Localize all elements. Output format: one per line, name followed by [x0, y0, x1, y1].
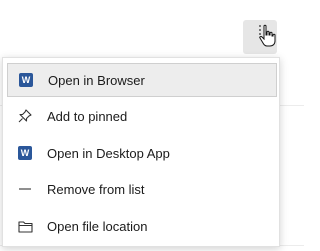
- screen: W Open in Browser Add to pinned W Open i…: [0, 0, 304, 251]
- menu-item-open-file-location[interactable]: Open file location: [7, 209, 277, 243]
- folder-icon: [17, 218, 33, 234]
- menu-item-remove-from-list[interactable]: Remove from list: [7, 172, 277, 206]
- menu-item-label: Open file location: [47, 218, 148, 234]
- word-icon: W: [17, 145, 33, 161]
- menu-item-open-in-browser[interactable]: W Open in Browser: [7, 63, 277, 97]
- dash-icon: [17, 181, 33, 197]
- menu-item-label: Open in Browser: [48, 72, 145, 88]
- word-icon: W: [18, 72, 34, 88]
- menu-item-label: Open in Desktop App: [47, 145, 170, 161]
- menu-item-label: Add to pinned: [47, 108, 128, 124]
- pin-icon: [17, 108, 33, 124]
- menu-item-label: Remove from list: [47, 181, 145, 197]
- context-menu: W Open in Browser Add to pinned W Open i…: [2, 57, 280, 247]
- menu-item-add-to-pinned[interactable]: Add to pinned: [7, 99, 277, 133]
- menu-item-open-in-desktop-app[interactable]: W Open in Desktop App: [7, 136, 277, 170]
- hand-cursor-icon: [259, 24, 276, 47]
